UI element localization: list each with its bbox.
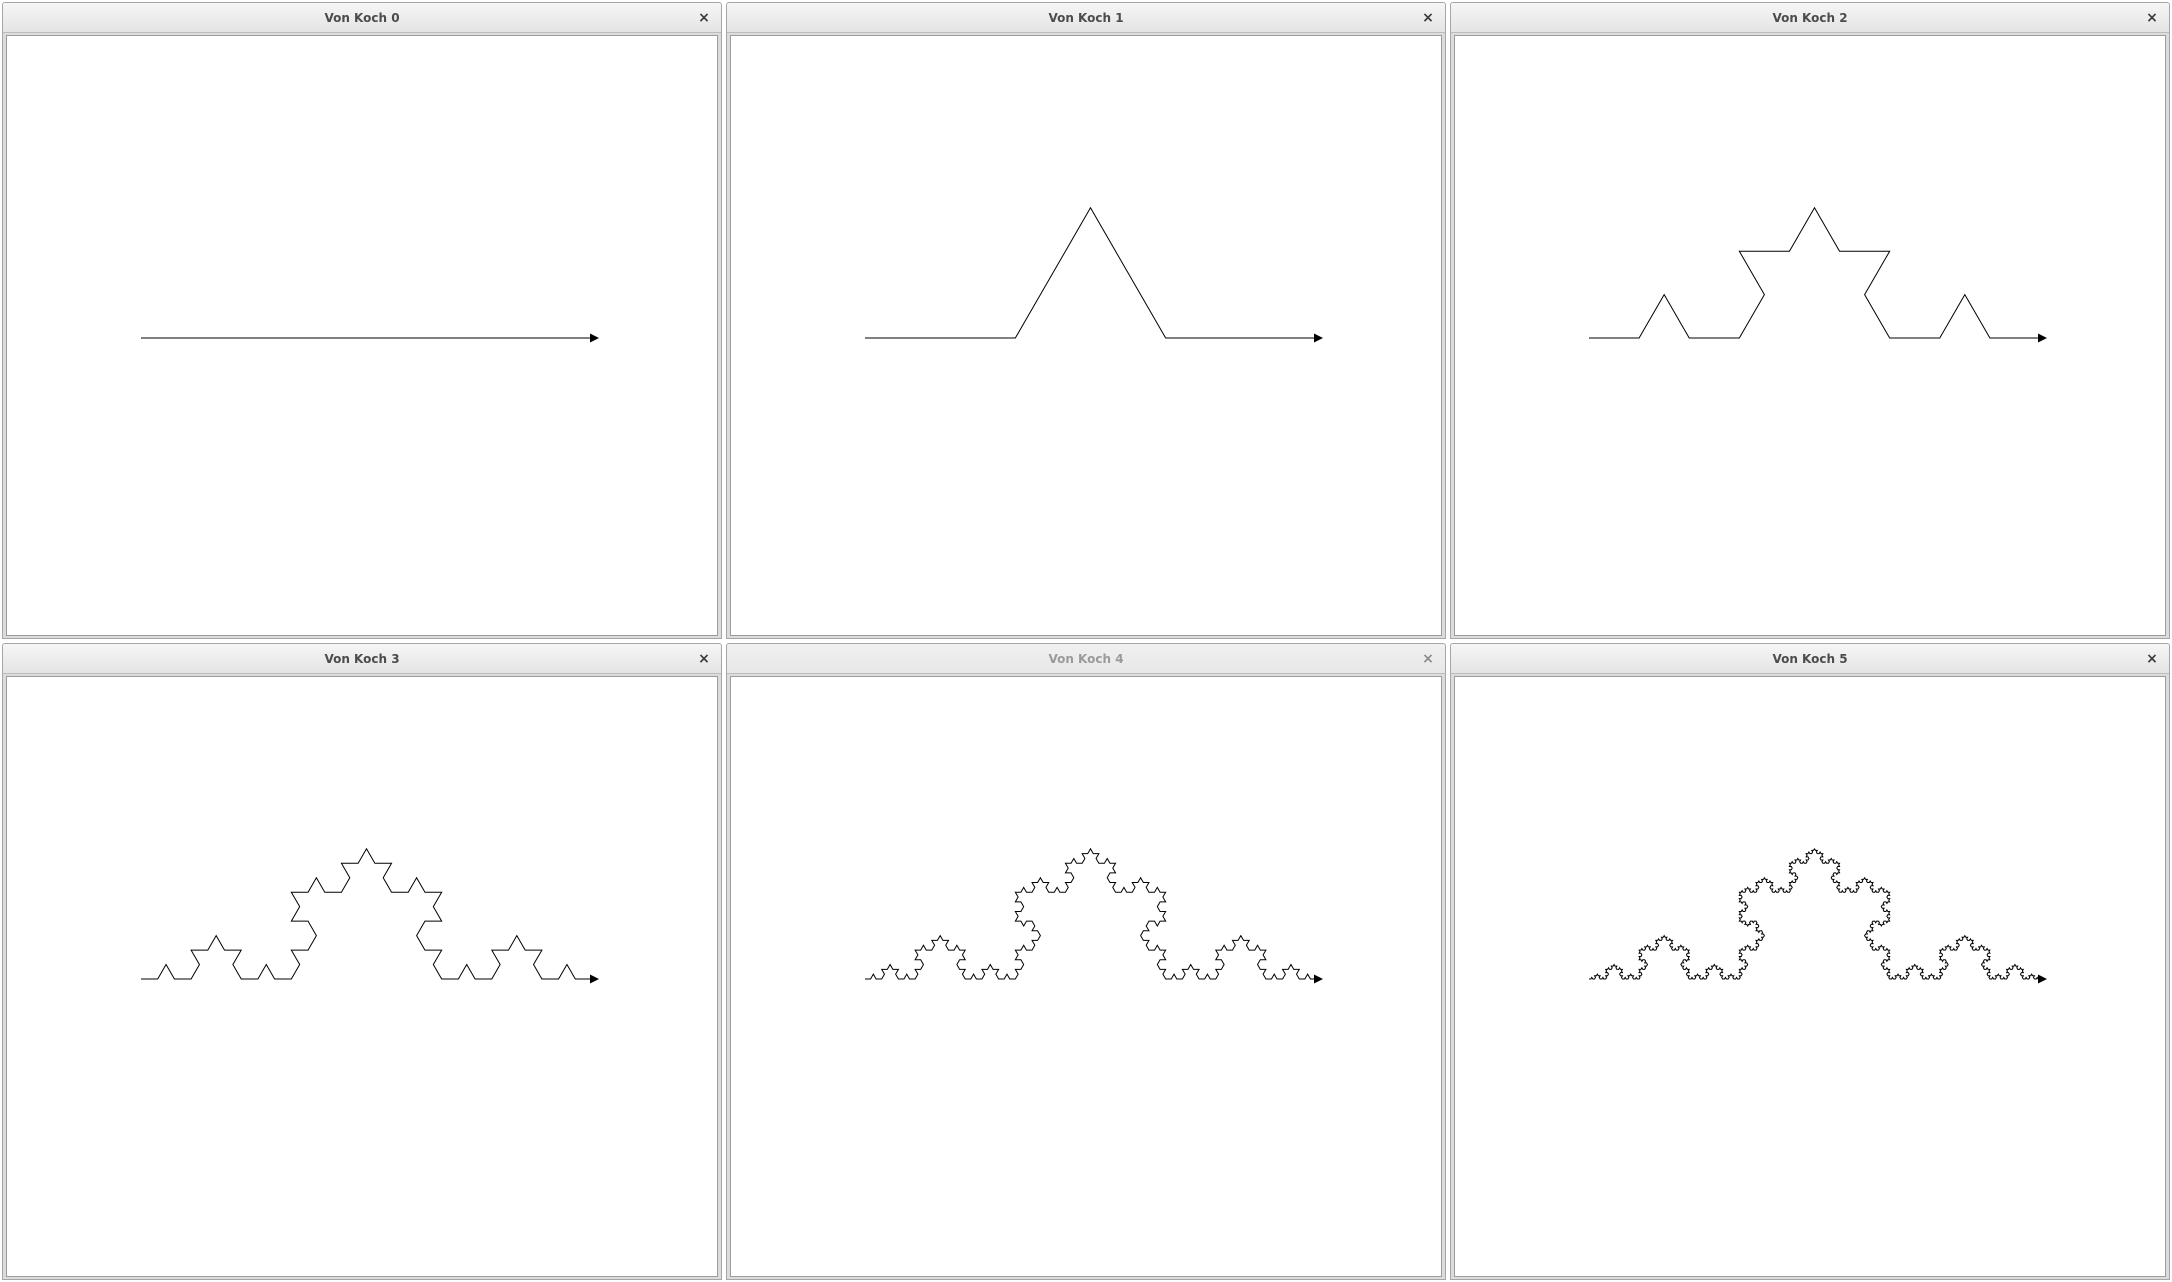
window-title: Von Koch 1: [1048, 11, 1124, 25]
koch-curve-drawing: [865, 206, 1323, 343]
koch-curve-drawing: [865, 847, 1323, 984]
close-icon[interactable]: ×: [1417, 648, 1439, 670]
koch-curve: [865, 847, 1316, 980]
titlebar[interactable]: Von Koch 5 ×: [1451, 644, 2169, 674]
drawing-canvas[interactable]: [1454, 35, 2166, 636]
window-von-koch-4[interactable]: Von Koch 4 ×: [726, 643, 1446, 1280]
koch-curve-drawing: [1589, 847, 2047, 984]
koch-curve-drawing: [1589, 206, 2047, 343]
close-icon[interactable]: ×: [2141, 7, 2163, 29]
window-von-koch-2[interactable]: Von Koch 2 ×: [1450, 2, 2170, 639]
close-icon[interactable]: ×: [693, 648, 715, 670]
arrowhead-icon: [590, 333, 599, 343]
window-title: Von Koch 5: [1772, 652, 1848, 666]
window-title: Von Koch 2: [1772, 11, 1848, 25]
titlebar[interactable]: Von Koch 3 ×: [3, 644, 721, 674]
close-icon[interactable]: ×: [693, 7, 715, 29]
titlebar[interactable]: Von Koch 0 ×: [3, 3, 721, 33]
koch-curve: [1589, 847, 2040, 980]
drawing-canvas[interactable]: [730, 35, 1442, 636]
desktop: Von Koch 0 × Von Koch 1 × Von Koch 2 × V…: [0, 0, 2172, 1282]
drawing-canvas[interactable]: [1454, 676, 2166, 1277]
titlebar[interactable]: Von Koch 1 ×: [727, 3, 1445, 33]
window-von-koch-1[interactable]: Von Koch 1 ×: [726, 2, 1446, 639]
koch-curve-drawing: [141, 333, 599, 343]
koch-curve-drawing: [141, 847, 599, 984]
koch-curve: [1589, 206, 2040, 339]
window-title: Von Koch 0: [324, 11, 400, 25]
window-von-koch-3[interactable]: Von Koch 3 ×: [2, 643, 722, 1280]
koch-curve: [865, 206, 1316, 339]
window-title: Von Koch 4: [1048, 652, 1124, 666]
window-von-koch-5[interactable]: Von Koch 5 ×: [1450, 643, 2170, 1280]
window-title: Von Koch 3: [324, 652, 400, 666]
window-von-koch-0[interactable]: Von Koch 0 ×: [2, 2, 722, 639]
arrowhead-icon: [1314, 333, 1323, 343]
arrowhead-icon: [2038, 974, 2047, 984]
titlebar[interactable]: Von Koch 4 ×: [727, 644, 1445, 674]
drawing-canvas[interactable]: [6, 35, 718, 636]
koch-curve: [141, 847, 592, 980]
close-icon[interactable]: ×: [2141, 648, 2163, 670]
titlebar[interactable]: Von Koch 2 ×: [1451, 3, 2169, 33]
drawing-canvas[interactable]: [6, 676, 718, 1277]
arrowhead-icon: [590, 974, 599, 984]
drawing-canvas[interactable]: [730, 676, 1442, 1277]
close-icon[interactable]: ×: [1417, 7, 1439, 29]
arrowhead-icon: [2038, 333, 2047, 343]
arrowhead-icon: [1314, 974, 1323, 984]
